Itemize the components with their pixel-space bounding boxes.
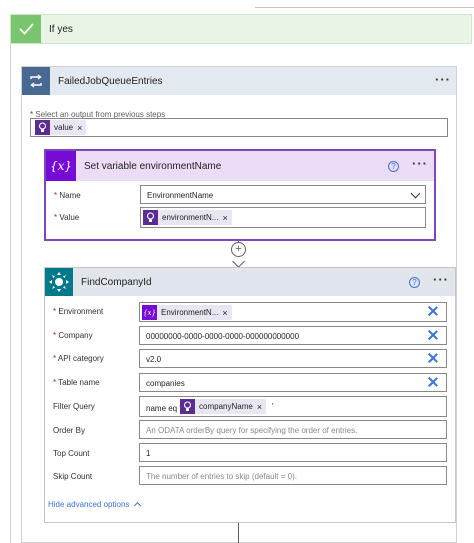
company-input[interactable]: 00000000-0000-0000-0000-000000000000	[139, 326, 447, 345]
table-name-input[interactable]: companies	[139, 373, 447, 392]
skip-count-label: Skip Count	[53, 472, 93, 481]
token-label: companyName	[199, 402, 253, 411]
order-by-placeholder: An ODATA orderBy query for specifying th…	[146, 426, 358, 435]
api-category-value: v2.0	[146, 355, 162, 364]
arrow-down-icon	[232, 255, 245, 268]
api-category-input[interactable]: v2.0	[139, 349, 447, 368]
order-by-input[interactable]: An ODATA orderBy query for specifying th…	[139, 420, 447, 439]
clear-icon[interactable]	[428, 353, 438, 363]
table-name-value: companies	[146, 379, 185, 388]
more-options-icon[interactable]: ···	[433, 272, 449, 287]
dynamic-content-icon	[143, 210, 158, 225]
more-options-icon[interactable]: ···	[435, 72, 451, 87]
variable-icon: {x}	[142, 305, 157, 320]
name-label: * Name	[54, 191, 81, 200]
clear-icon[interactable]	[428, 377, 438, 387]
api-category-label: * API category	[53, 354, 104, 363]
set-variable-card: {x} Set variable environmentName ? ··· *…	[44, 149, 436, 241]
apply-to-each-card: FailedJobQueueEntries ··· * Select an ou…	[21, 66, 457, 543]
filter-query-label: Filter Query	[53, 402, 95, 411]
token-remove-icon[interactable]: ×	[257, 402, 266, 412]
set-variable-title: Set variable environmentName	[84, 161, 222, 172]
name-value: EnvironmentName	[147, 191, 214, 200]
filter-query-input[interactable]: name eq ' companyName × '	[139, 396, 447, 417]
name-dropdown[interactable]: EnvironmentName	[140, 185, 426, 204]
table-name-label: * Table name	[53, 378, 100, 387]
clear-icon[interactable]	[428, 306, 438, 316]
dataverse-icon	[45, 268, 73, 296]
top-divider	[255, 0, 474, 8]
checkmark-icon	[11, 15, 41, 43]
company-label: * Company	[53, 331, 93, 340]
value-label: * Value	[54, 213, 80, 222]
dynamic-content-icon	[35, 120, 50, 135]
filter-query-prefix: name eq '	[146, 404, 181, 413]
find-company-header[interactable]: FindCompanyId ? ···	[45, 268, 455, 296]
company-value: 00000000-0000-0000-0000-000000000000	[146, 332, 300, 341]
environment-label: * Environment	[53, 307, 104, 316]
token-label: value	[54, 123, 74, 132]
branch-border	[10, 44, 11, 543]
top-count-input[interactable]: 1	[139, 443, 447, 462]
token-label: EnvironmentN...	[161, 308, 219, 317]
chevron-down-icon[interactable]	[410, 188, 421, 199]
value-token[interactable]: value ×	[35, 120, 87, 135]
order-by-label: Order By	[53, 426, 86, 435]
environment-variable-token[interactable]: {x} EnvironmentN... ×	[142, 305, 232, 320]
chevron-up-icon	[134, 501, 142, 510]
help-icon[interactable]: ?	[409, 277, 420, 288]
environment-input[interactable]: {x} EnvironmentN... ×	[139, 302, 447, 322]
token-remove-icon[interactable]: ×	[222, 213, 231, 223]
token-remove-icon[interactable]: ×	[222, 308, 231, 318]
variable-icon: {x}	[46, 151, 76, 181]
help-icon[interactable]: ?	[388, 161, 399, 172]
hide-advanced-options-link[interactable]: Hide advanced options	[48, 500, 142, 510]
environment-token[interactable]: environmentN... ×	[143, 210, 232, 225]
company-name-token[interactable]: companyName ×	[180, 399, 267, 414]
token-remove-icon[interactable]: ×	[77, 123, 86, 133]
clear-icon[interactable]	[428, 330, 438, 340]
more-options-icon[interactable]: ···	[412, 156, 428, 171]
top-count-label: Top Count	[53, 449, 90, 458]
find-company-title: FindCompanyId	[81, 277, 152, 288]
connector-line	[238, 523, 239, 543]
value-input[interactable]: environmentN... ×	[140, 207, 426, 228]
foreach-title: FailedJobQueueEntries	[58, 76, 163, 87]
set-variable-header[interactable]: {x} Set variable environmentName ? ···	[46, 151, 434, 181]
dynamic-content-icon	[180, 399, 195, 414]
foreach-header[interactable]: FailedJobQueueEntries ···	[22, 67, 456, 95]
if-yes-branch-header[interactable]: If yes	[10, 14, 472, 44]
filter-query-suffix: '	[272, 402, 274, 411]
skip-count-placeholder: The number of entries to skip (default =…	[146, 472, 297, 481]
find-company-card: FindCompanyId ? ··· * Environment {x} En…	[44, 267, 456, 523]
skip-count-input[interactable]: The number of entries to skip (default =…	[139, 466, 447, 485]
loop-icon	[22, 67, 50, 95]
select-output-input[interactable]: value ×	[30, 118, 448, 137]
token-label: environmentN...	[162, 213, 219, 222]
branch-label: If yes	[49, 24, 73, 35]
top-count-value: 1	[146, 449, 151, 458]
